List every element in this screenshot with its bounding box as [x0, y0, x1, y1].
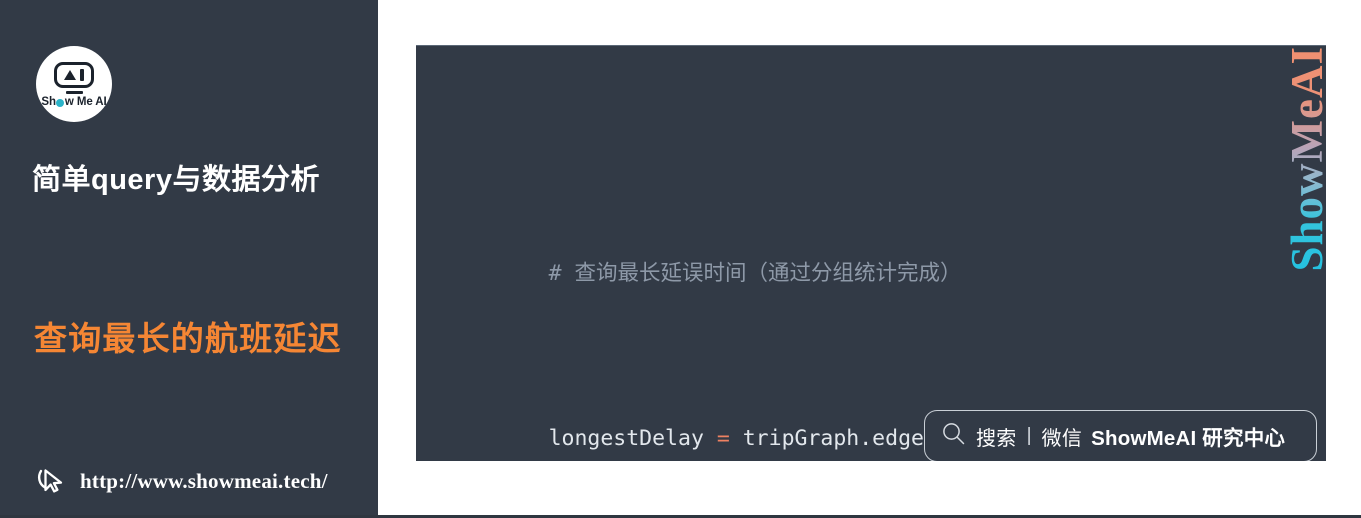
logo-wordmark-dot-icon — [56, 99, 65, 107]
robot-eye-bar-icon — [80, 69, 84, 81]
code-token-comment: # 查询最长延误时间（通过分组统计完成） — [548, 261, 962, 286]
code-line: # 查询最长延误时间（通过分组统计完成） — [445, 224, 1235, 323]
search-channel: 微信 — [1041, 427, 1083, 450]
search-brand: ShowMeAI 研究中心 — [1091, 427, 1286, 450]
search-label: 搜索 — [976, 427, 1017, 450]
code-panel: # 查询最长延误时间（通过分组统计完成） longestDelay = trip… — [416, 45, 1326, 461]
robot-neck-icon — [65, 90, 83, 94]
page-title: 简单query与数据分析 — [32, 164, 320, 196]
search-bar[interactable]: 搜索 | 微信 ShowMeAI 研究中心 — [924, 410, 1317, 461]
logo-wordmark-prefix: Sh — [41, 96, 56, 108]
vertical-watermark: ShowMeAI — [1281, 46, 1326, 306]
search-separator: | — [1026, 425, 1032, 446]
sidebar: Sh w Me AI 简单query与数据分析 查询最长的航班延迟 http:/… — [0, 0, 378, 515]
show-me-ai-robot-logo: Sh w Me AI — [36, 46, 112, 122]
code-token-identifier: longestDelay — [548, 426, 717, 451]
robot-head-icon — [54, 62, 94, 88]
logo-wordmark: Sh w Me AI — [41, 96, 106, 108]
vertical-watermark-text: ShowMeAI — [1281, 46, 1326, 272]
slide-root: Sh w Me AI 简单query与数据分析 查询最长的航班延迟 http:/… — [0, 0, 1361, 518]
search-icon — [941, 421, 967, 452]
robot-eye-triangle-icon — [64, 70, 76, 80]
code-token-member: tripGraph.edges. — [729, 426, 950, 451]
footer-url: http://www.showmeai.tech/ — [80, 469, 328, 493]
cursor-pointer-icon — [34, 462, 68, 501]
logo-wordmark-suffix: w Me AI — [64, 96, 107, 108]
footer-link[interactable]: http://www.showmeai.tech/ — [34, 462, 328, 501]
code-token-operator: = — [716, 426, 730, 451]
page-subtitle: 查询最长的航班延迟 — [34, 320, 342, 357]
